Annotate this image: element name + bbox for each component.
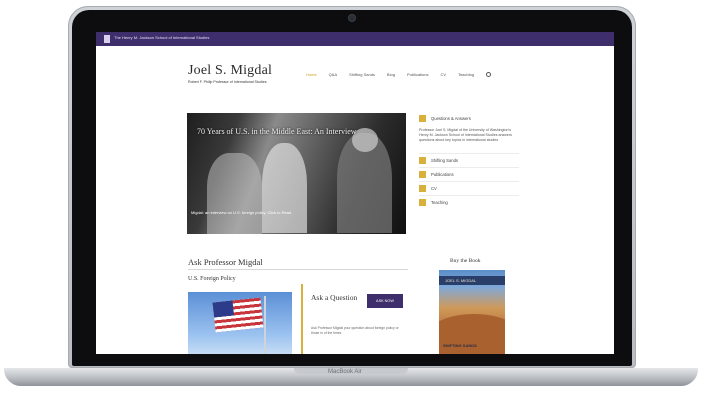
flag-pole [264, 296, 266, 354]
main-nav: Home Q&A Shifting Sands Blog Publication… [306, 70, 492, 78]
website-screen: The Henry M. Jackson School of Internati… [96, 32, 614, 354]
bullet-square-icon [419, 198, 426, 206]
bullet-square-icon [419, 170, 426, 178]
camera-icon [349, 15, 355, 21]
site-brand[interactable]: Joel S. Migdal Robert F. Philip Professo… [188, 63, 272, 84]
photo-figure [207, 153, 262, 234]
nav-item-home[interactable]: Home [306, 72, 317, 77]
sidebar-links: Shifting Sands Publications CV Teaching [419, 152, 519, 209]
nav-item-cv[interactable]: CV [441, 72, 447, 77]
ask-question-card: Ask a Question ASK NOW Ask Professor Mig… [301, 284, 411, 354]
dune-graphic [439, 314, 505, 354]
sidebar: Questions & Answers Professor Joel S. Mi… [419, 115, 519, 209]
hero-headline[interactable]: 70 Years of U.S. in the Middle East: An … [197, 127, 357, 136]
crest-icon [104, 35, 110, 43]
book-title: SHIFTING SANDS [443, 343, 477, 348]
topic-heading[interactable]: U.S. Foreign Policy [188, 276, 236, 282]
site-title[interactable]: Joel S. Migdal [188, 63, 272, 79]
bullet-square-icon [419, 156, 426, 164]
sidebar-intro: Professor Joel S. Migdal of the Universi… [419, 128, 512, 142]
sidebar-item-label: Teaching [431, 199, 448, 205]
site-subtitle: Robert F. Philip Professor of Internatio… [188, 80, 267, 84]
sidebar-item-teaching[interactable]: Teaching [419, 194, 519, 209]
nav-item-publications[interactable]: Publications [407, 72, 429, 77]
ask-section-title: Ask Professor Migdal [188, 257, 263, 267]
topbar-text[interactable]: The Henry M. Jackson School of Internati… [114, 35, 209, 40]
photo-figure [262, 143, 307, 233]
sidebar-item-label: Shifting Sands [431, 157, 459, 163]
sidebar-item-publications[interactable]: Publications [419, 166, 519, 181]
sidebar-header-label: Questions & Answers [431, 116, 471, 121]
us-flag-icon [212, 297, 264, 333]
hero-caption[interactable]: Migdal: an interview on U.S. foreign pol… [191, 210, 311, 215]
nav-item-blog[interactable]: Blog [387, 72, 395, 77]
sidebar-item-label: CV [431, 185, 437, 191]
nav-item-shifting-sands[interactable]: Shifting Sands [349, 72, 375, 77]
sidebar-item-cv[interactable]: CV [419, 180, 519, 195]
ask-card-title: Ask a Question [311, 293, 358, 302]
nav-item-qa[interactable]: Q&A [329, 72, 337, 77]
sidebar-item-shifting-sands[interactable]: Shifting Sands [419, 152, 519, 167]
buy-book-title: Buy the Book [450, 258, 481, 264]
book-author: JOEL S. MIGDAL [445, 278, 477, 283]
nav-item-teaching[interactable]: Teaching [458, 72, 474, 77]
university-topbar: The Henry M. Jackson School of Internati… [96, 32, 614, 46]
ask-now-button[interactable]: ASK NOW [367, 294, 403, 308]
bullet-square-icon [419, 115, 426, 122]
device-label: MacBook Air [328, 369, 362, 375]
bullet-square-icon [419, 184, 426, 192]
hero-image[interactable]: 70 Years of U.S. in the Middle East: An … [187, 113, 406, 234]
search-icon[interactable] [486, 71, 492, 77]
flag-image[interactable] [188, 292, 292, 354]
ask-card-text: Ask Professor Migdal your question about… [311, 326, 399, 335]
sidebar-header[interactable]: Questions & Answers [419, 115, 519, 122]
laptop-mockup: The Henry M. Jackson School of Internati… [0, 0, 702, 413]
book-cover[interactable]: JOEL S. MIGDAL SHIFTING SANDS [439, 270, 505, 354]
divider [188, 269, 408, 270]
sidebar-item-label: Publications [431, 171, 454, 177]
